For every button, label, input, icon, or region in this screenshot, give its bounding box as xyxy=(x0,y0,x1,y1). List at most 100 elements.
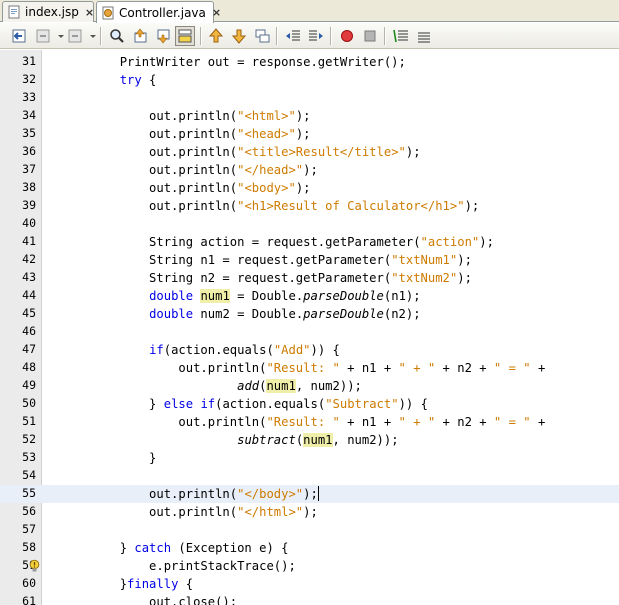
code-line[interactable]: 45 double num2 = Double.parseDouble(n2); xyxy=(0,305,619,323)
line-number: 51 xyxy=(22,414,36,428)
code-text: try { xyxy=(119,73,157,87)
line-number: 47 xyxy=(22,342,36,356)
code-text: out.println("</head>"); xyxy=(61,163,318,177)
find-next-icon[interactable] xyxy=(154,27,172,45)
next-bookmark-icon[interactable] xyxy=(230,27,248,45)
tab-label: Controller.java xyxy=(119,5,206,20)
find-previous-icon[interactable] xyxy=(131,27,149,45)
code-line[interactable]: 41 String action = request.getParameter(… xyxy=(0,233,619,251)
code-line[interactable]: 55 out.println("</body>"); xyxy=(0,485,619,503)
code-editor[interactable]: 31 PrintWriter out = response.getWriter(… xyxy=(0,50,619,605)
last-edit-icon[interactable] xyxy=(34,27,52,45)
code-line[interactable]: 33 xyxy=(0,89,619,107)
line-number: 53 xyxy=(22,450,36,464)
line-number: 34 xyxy=(22,108,36,122)
code-line[interactable]: 39 out.println("<h1>Result of Calculator… xyxy=(0,197,619,215)
code-line[interactable]: 38 out.println("<body>"); xyxy=(0,179,619,197)
code-line[interactable]: 37 out.println("</head>"); xyxy=(0,161,619,179)
code-line[interactable]: 49 add(num1, num2)); xyxy=(0,377,619,395)
code-text: String n2 = request.getParameter("txtNum… xyxy=(61,271,472,285)
code-line[interactable]: 56 out.println("</html>"); xyxy=(0,503,619,521)
previous-bookmark-icon[interactable] xyxy=(207,27,225,45)
forward-icon[interactable] xyxy=(66,27,84,45)
code-text: } catch (Exception e) { xyxy=(61,541,289,555)
tab-controller-java[interactable]: Controller.java × xyxy=(96,1,221,23)
editor-tab-bar: index.jsp × Controller.java × xyxy=(0,0,619,23)
code-text: out.println("<h1>Result of Calculator</h… xyxy=(61,199,480,213)
start-macro-icon[interactable] xyxy=(338,27,356,45)
code-text: subtract(num1, num2)); xyxy=(237,433,399,447)
code-text: out.println("Result: " + n1 + " + " + n2… xyxy=(61,415,546,429)
code-line[interactable]: 48 out.println("Result: " + n1 + " + " +… xyxy=(0,359,619,377)
code-text: out.println("</body>"); xyxy=(61,486,319,501)
line-number: 33 xyxy=(22,90,36,104)
chevron-down-icon[interactable] xyxy=(84,27,96,45)
code-line[interactable]: 54 xyxy=(0,467,619,485)
line-number: 40 xyxy=(22,216,36,230)
line-number: 60 xyxy=(22,576,36,590)
close-icon[interactable]: × xyxy=(212,6,221,19)
code-text: out.println("<html>"); xyxy=(61,109,311,123)
line-number: 55 xyxy=(22,486,36,500)
code-text: out.println("<head>"); xyxy=(61,127,311,141)
code-text: String action = request.getParameter("ac… xyxy=(61,235,494,249)
code-line[interactable]: 47 if(action.equals("Add")) { xyxy=(0,341,619,359)
code-line[interactable]: 50 } else if(action.equals("Subtract")) … xyxy=(0,395,619,413)
line-number: 57 xyxy=(22,522,36,536)
code-line[interactable]: 35 out.println("<head>"); xyxy=(0,125,619,143)
chevron-down-icon[interactable] xyxy=(52,27,64,45)
line-number: 50 xyxy=(22,396,36,410)
line-number: 43 xyxy=(22,270,36,284)
line-number: 38 xyxy=(22,180,36,194)
code-text: double num2 = Double.parseDouble(n2); xyxy=(149,307,421,321)
code-text: out.close(); xyxy=(61,595,238,605)
tab-label: index.jsp xyxy=(25,5,79,19)
code-line[interactable]: 36 out.println("<title>Result</title>"); xyxy=(0,143,619,161)
code-line[interactable]: 60 }finally { xyxy=(0,575,619,593)
code-text: String n1 = request.getParameter("txtNum… xyxy=(61,253,472,267)
java-file-icon xyxy=(101,6,115,20)
line-number: 32 xyxy=(22,72,36,86)
code-line[interactable]: 43 String n2 = request.getParameter("txt… xyxy=(0,269,619,287)
line-number: 42 xyxy=(22,252,36,266)
line-number: 39 xyxy=(22,198,36,212)
line-number: 49 xyxy=(22,378,36,392)
code-line[interactable]: 52 subtract(num1, num2)); xyxy=(0,431,619,449)
code-text: out.println("<title>Result</title>"); xyxy=(61,145,421,159)
stop-macro-icon[interactable] xyxy=(361,27,379,45)
code-line[interactable]: 59 e.printStackTrace(); xyxy=(0,557,619,575)
line-number: 41 xyxy=(22,234,36,248)
code-line[interactable]: 34 out.println("<html>"); xyxy=(0,107,619,125)
line-number: 46 xyxy=(22,324,36,338)
code-text: }finally { xyxy=(61,577,194,591)
code-line[interactable]: 58 } catch (Exception e) { xyxy=(0,539,619,557)
code-text: PrintWriter out = response.getWriter(); xyxy=(61,55,406,69)
code-line[interactable]: 31 PrintWriter out = response.getWriter(… xyxy=(0,53,619,71)
uncomment-icon[interactable] xyxy=(415,27,433,45)
line-number: 61 xyxy=(22,594,36,605)
comment-icon[interactable] xyxy=(392,27,410,45)
line-number: 44 xyxy=(22,288,36,302)
code-line[interactable]: 42 String n1 = request.getParameter("txt… xyxy=(0,251,619,269)
back-to-last-edit-icon[interactable] xyxy=(10,27,28,45)
code-text: out.println("Result: " + n1 + " + " + n2… xyxy=(61,361,546,375)
code-line[interactable]: 53 } xyxy=(0,449,619,467)
find-icon[interactable] xyxy=(108,27,126,45)
toggle-bookmark-icon[interactable] xyxy=(253,27,271,45)
code-line[interactable]: 40 xyxy=(0,215,619,233)
tab-index-jsp[interactable]: index.jsp × xyxy=(2,1,94,22)
code-line[interactable]: 61 out.close(); xyxy=(0,593,619,605)
jsp-file-icon xyxy=(7,5,21,19)
code-line[interactable]: 51 out.println("Result: " + n1 + " + " +… xyxy=(0,413,619,431)
code-line[interactable]: 57 xyxy=(0,521,619,539)
toggle-highlight-icon[interactable] xyxy=(175,26,195,46)
line-number: 48 xyxy=(22,360,36,374)
shift-left-icon[interactable] xyxy=(284,27,302,45)
shift-right-icon[interactable] xyxy=(307,27,325,45)
code-text: } else if(action.equals("Subtract")) { xyxy=(61,397,428,411)
close-icon[interactable]: × xyxy=(85,6,94,19)
code-line[interactable]: 32 try { xyxy=(0,71,619,89)
code-line[interactable]: 44 double num1 = Double.parseDouble(n1); xyxy=(0,287,619,305)
code-line[interactable]: 46 xyxy=(0,323,619,341)
warning-bulb-icon[interactable] xyxy=(28,559,41,573)
